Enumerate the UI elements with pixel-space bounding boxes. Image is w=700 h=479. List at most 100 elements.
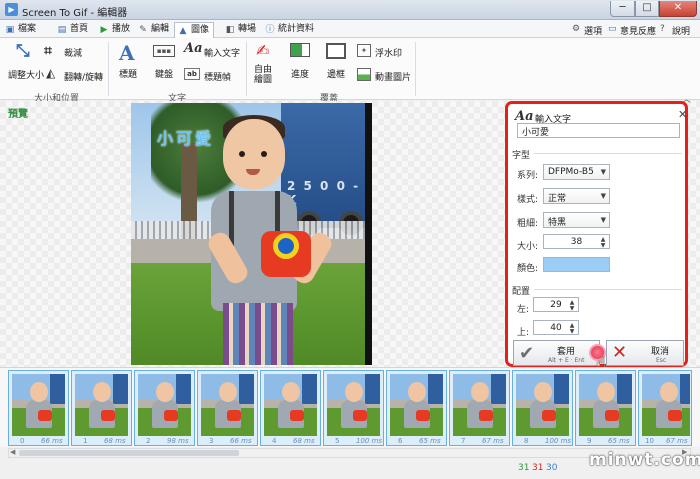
preview-image[interactable]: 2 5 0 0 - K 小可愛 — [131, 103, 372, 365]
style-select[interactable]: 正常 ▼ — [543, 188, 610, 204]
tab-home[interactable]: ▤ 首頁 — [57, 22, 88, 38]
free-text-label: 輸入文字 — [204, 49, 241, 59]
frame-item[interactable]: 10 67 ms — [638, 370, 692, 446]
spin-down-icon[interactable]: ▼ — [599, 243, 607, 249]
pencil-icon: ✎ — [139, 25, 147, 35]
weight-select[interactable]: 特黑 ▼ — [543, 212, 610, 228]
tab-label: 播放 — [112, 24, 131, 34]
left-stepper[interactable]: 29 ▲ ▼ — [533, 297, 579, 312]
frame-delay: 66 ms — [230, 437, 252, 445]
frame-item[interactable]: 7 67 ms — [449, 370, 510, 446]
frame-item[interactable]: 8 100 ms — [512, 370, 573, 446]
frame-item[interactable]: 0 66 ms — [8, 370, 69, 446]
feedback-icon: ▭ — [608, 24, 617, 34]
watermark-button[interactable]: ✦ 浮水印 — [357, 44, 409, 60]
color-picker[interactable] — [543, 257, 610, 272]
apply-button[interactable]: ✔ 套用 Alt + E · Ent ☝ — [513, 340, 606, 374]
frame-number: 0 — [20, 437, 25, 445]
cancel-shortcut: Esc — [656, 357, 667, 364]
flip-rotate-label: 翻轉/旋轉 — [64, 73, 104, 83]
frame-item[interactable]: 5 100 ms — [323, 370, 384, 446]
cinemagraph-button[interactable]: 動畫圖片 — [357, 68, 413, 84]
tab-label: 統計資料 — [278, 24, 315, 34]
minimize-button[interactable]: ─ — [610, 1, 635, 17]
cinemagraph-icon — [357, 68, 371, 81]
spin-down-icon[interactable]: ▼ — [568, 306, 576, 312]
family-select[interactable]: DFPMo-B5 ▼ — [543, 164, 610, 180]
photo-toy-camera-lens — [273, 233, 299, 259]
frame-list[interactable]: 0 66 ms 1 68 ms 2 98 ms 3 66 ms 4 68 ms 5 100 … — [0, 367, 700, 447]
text-input[interactable]: 小可愛 — [517, 123, 680, 138]
caption-button[interactable]: A 標題 — [116, 41, 142, 85]
frame-thumbnail — [579, 374, 632, 436]
frame-thumbnail — [264, 374, 317, 436]
preview-label: 預覽 — [8, 109, 28, 120]
photo-child-head — [223, 119, 285, 189]
frame-number: 8 — [524, 437, 529, 445]
frame-thumbnail — [642, 374, 690, 436]
chevron-up-icon[interactable]: ︿ — [682, 92, 694, 105]
tab-statistics[interactable]: ⓘ 統計資料 — [265, 22, 314, 38]
frame-item[interactable]: 2 98 ms — [134, 370, 195, 446]
free-text-panel: Aa 輸入文字 ✕ 小可愛 字型 系列: DFPMo-B5 ▼ 樣式: 正常 ▼ 粗… — [505, 101, 688, 374]
feedback-label: 意見反應 — [620, 27, 657, 37]
resize-button[interactable]: ⤡ 調整大小 — [8, 41, 44, 87]
free-text-icon: Aa — [515, 109, 534, 124]
close-button[interactable]: ✕ — [659, 1, 697, 17]
feedback-link[interactable]: ▭ 意見反應 — [608, 24, 656, 37]
free-text-button[interactable]: Aa 輸入文字 — [184, 41, 244, 59]
overlay-text[interactable]: 小可愛 — [157, 125, 214, 149]
maximize-button[interactable]: □ — [635, 1, 659, 17]
frame-number: 1 — [83, 437, 88, 445]
frame-delay: 65 ms — [419, 437, 441, 445]
free-text-icon: Aa — [184, 41, 203, 56]
border-button[interactable]: 邊框 — [324, 41, 350, 85]
tab-playback[interactable]: ▶ 播放 — [99, 22, 130, 38]
frame-number: 7 — [461, 437, 466, 445]
frame-item[interactable]: 9 65 ms — [575, 370, 636, 446]
size-stepper[interactable]: 38 ▲ ▼ — [543, 234, 610, 249]
close-icon[interactable]: ✕ — [678, 108, 687, 121]
frame-thumbnail — [516, 374, 569, 436]
tab-image[interactable]: ▲ 圖像 — [174, 22, 215, 38]
progress-button[interactable]: 進度 — [288, 41, 314, 85]
crop-button[interactable]: ⌗ 裁減 — [44, 43, 94, 59]
help-link[interactable]: ? 說明 — [660, 24, 690, 37]
style-label: 樣式: — [517, 195, 539, 205]
frame-item[interactable]: 1 68 ms — [71, 370, 132, 446]
title-frame-button[interactable]: ab 標題幀 — [184, 68, 244, 84]
brush-icon: ✍ — [256, 41, 270, 60]
frame-count-selected: 31 — [532, 463, 544, 473]
frame-item[interactable]: 3 66 ms — [197, 370, 258, 446]
divider — [534, 289, 682, 290]
tab-transitions[interactable]: ◧ 轉場 — [225, 22, 256, 38]
frame-thumbnail — [390, 374, 443, 436]
photo-truck-plate: 2 5 0 0 - K — [287, 179, 361, 207]
frame-item[interactable]: 4 68 ms — [260, 370, 321, 446]
chevron-left-icon[interactable]: ◀ — [10, 448, 15, 456]
options-link[interactable]: ⚙ 選項 — [572, 24, 602, 37]
progress-icon — [290, 43, 310, 57]
save-icon: ▣ — [5, 25, 15, 35]
spin-down-icon[interactable]: ▼ — [568, 329, 576, 335]
top-label: 上: — [517, 328, 530, 338]
cancel-button[interactable]: ✕ 取消 Esc — [606, 340, 684, 366]
style-value: 正常 — [548, 194, 567, 204]
border-label: 邊框 — [327, 70, 346, 80]
tab-edit[interactable]: ✎ 編輯 — [138, 22, 169, 38]
help-icon: ? — [660, 24, 665, 34]
frame-thumbnail — [453, 374, 506, 436]
site-watermark: minwt.com — [589, 450, 700, 470]
top-stepper[interactable]: 40 ▲ ▼ — [533, 320, 579, 335]
scrollbar-thumb[interactable] — [19, 450, 239, 456]
title-frame-icon: ab — [184, 68, 200, 80]
frame-item[interactable]: 6 65 ms — [386, 370, 447, 446]
keyboard-button[interactable]: ▪▪▪ 鍵盤 — [152, 41, 178, 85]
tab-file[interactable]: ▣ 檔案 — [5, 22, 36, 38]
free-drawing-button[interactable]: ✍ 自由 繪圖 — [252, 41, 278, 87]
top-value: 40 — [550, 323, 562, 333]
frame-thumbnail — [327, 374, 380, 436]
flip-rotate-button[interactable]: ◭ 翻轉/旋轉 — [44, 66, 106, 83]
frame-delay: 67 ms — [666, 437, 688, 445]
apply-label: 套用 — [557, 347, 576, 357]
